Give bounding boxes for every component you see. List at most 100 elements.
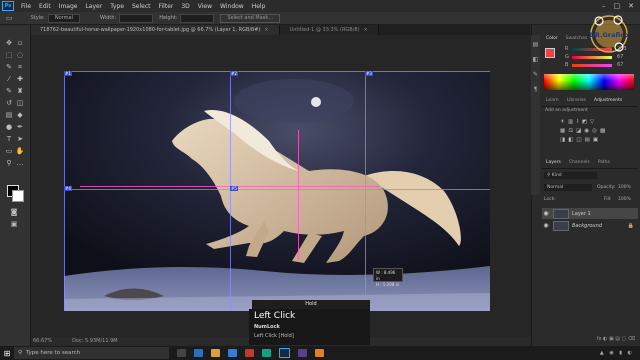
brush-tool-icon[interactable]: ✎ [4, 87, 14, 95]
tab-paths[interactable]: Paths [594, 160, 614, 168]
guide-vertical[interactable] [230, 71, 231, 311]
tab-libraries[interactable]: Libraries [563, 98, 590, 106]
width-field[interactable] [119, 13, 154, 23]
dodge-tool-icon[interactable]: ● [4, 123, 14, 131]
threshold-icon[interactable]: ◫ [576, 137, 584, 143]
menu-image[interactable]: Image [55, 3, 82, 10]
color-foreground-chip[interactable] [545, 48, 555, 58]
system-tray[interactable]: ▲ ◉ ▮ ◐ [600, 350, 634, 356]
move-tool-icon[interactable]: ✥ [4, 39, 14, 47]
app-purple-icon[interactable] [298, 349, 307, 357]
close-button[interactable]: ✕ [628, 2, 634, 10]
history-icon[interactable]: ▤ [531, 41, 540, 48]
lasso-tool-icon[interactable]: ◌ [15, 51, 25, 59]
hue-icon[interactable]: ▦ [560, 128, 568, 134]
b-slider[interactable] [572, 64, 612, 67]
select-and-mask-button[interactable]: Select and Mask... [220, 13, 281, 23]
visibility-eye-icon[interactable]: ◉ [542, 210, 550, 217]
menu-edit[interactable]: Edit [35, 3, 55, 10]
gradient-tool-icon[interactable]: ▤ [4, 111, 14, 119]
guide-vertical[interactable] [365, 71, 366, 311]
layers-footer-icons[interactable]: fx ◐ ▣ ▤ ▢ ⌫ [560, 336, 635, 344]
type-tool-icon[interactable]: T [4, 135, 14, 143]
blend-mode-select[interactable]: Normal [544, 184, 592, 191]
invert-icon[interactable]: ◨ [560, 137, 568, 143]
document-canvas[interactable] [64, 71, 490, 311]
tab-layers[interactable]: Layers [542, 160, 565, 168]
crop-tool-icon[interactable]: ⌗ [15, 63, 25, 71]
menu-layer[interactable]: Layer [81, 3, 106, 10]
screen-mode-icon[interactable]: ▣ [9, 220, 19, 228]
shape-tool-icon[interactable]: ▭ [4, 147, 14, 155]
menu-3d[interactable]: 3D [177, 3, 193, 10]
healing-brush-icon[interactable]: ✚ [15, 75, 25, 83]
height-field[interactable] [180, 13, 215, 23]
minimize-button[interactable]: – [602, 2, 606, 10]
path-select-icon[interactable]: ➤ [15, 135, 25, 143]
menu-type[interactable]: Type [106, 3, 128, 10]
quick-select-icon[interactable]: ✎ [4, 63, 14, 71]
photoshop-taskbar-icon[interactable] [279, 348, 290, 358]
windows-start-icon[interactable]: ⊞ [0, 346, 14, 360]
menu-filter[interactable]: Filter [155, 3, 178, 10]
pen-tool-icon[interactable]: ✒ [15, 123, 25, 131]
guide-horizontal[interactable] [64, 189, 490, 190]
layer-row-background[interactable]: ◉ Background 🔒 [542, 220, 638, 231]
marquee-tool-icon[interactable]: ▭ [6, 14, 13, 22]
style-select[interactable]: Normal [47, 13, 80, 23]
app-orange-icon[interactable] [315, 349, 324, 357]
background-color-swatch[interactable] [12, 190, 24, 202]
opacity-value[interactable]: 100% [618, 185, 631, 190]
hand-tool-icon[interactable]: ✋ [15, 147, 25, 155]
properties-icon[interactable]: ◧ [531, 56, 540, 63]
eraser-tool-icon[interactable]: ◫ [15, 99, 25, 107]
menu-view[interactable]: View [194, 3, 216, 10]
guide-horizontal[interactable] [64, 71, 490, 72]
task-view-icon[interactable] [177, 349, 186, 357]
layer-row-layer-1[interactable]: ◉ Layer 1 [542, 208, 638, 219]
tab-swatches[interactable]: Swatches [562, 36, 592, 44]
close-tab-icon[interactable]: × [264, 27, 268, 33]
levels-icon[interactable]: ▥ [568, 119, 576, 125]
selective-color-icon[interactable]: ▣ [593, 137, 601, 143]
lookup-icon[interactable]: ▩ [600, 128, 608, 134]
paragraph-icon[interactable]: ¶ [531, 86, 540, 93]
zoom-level[interactable]: 66.67% [33, 338, 52, 344]
gradient-map-icon[interactable]: ▤ [585, 137, 593, 143]
g-slider[interactable] [572, 56, 612, 59]
tab-color[interactable]: Color [542, 36, 562, 44]
artboard-tool-icon[interactable]: ▫ [15, 39, 25, 47]
stamp-tool-icon[interactable]: ♜ [15, 87, 25, 95]
taskbar-search-box[interactable]: ⚲ Type here to search [14, 347, 169, 359]
zoom-tool-icon[interactable]: ⚲ [4, 159, 14, 167]
maximize-button[interactable]: □ [614, 2, 621, 10]
app-green-icon[interactable] [262, 349, 271, 357]
tab-learn[interactable]: Learn [542, 98, 563, 106]
app-red-icon[interactable] [245, 349, 254, 357]
tab-channels[interactable]: Channels [565, 160, 594, 168]
file-explorer-icon[interactable] [211, 349, 220, 357]
blur-tool-icon[interactable]: ◆ [15, 111, 25, 119]
mixer-icon[interactable]: ◎ [592, 128, 600, 134]
more-tools-icon[interactable]: … [15, 159, 25, 167]
quick-mask-icon[interactable]: ◙ [9, 208, 19, 216]
tab-untitled-1[interactable]: Untitled-1 @ 33.3% (RGB/8) × [279, 25, 379, 35]
vibrance-icon[interactable]: ▽ [590, 119, 597, 125]
marquee-tool-icon[interactable]: ⬚ [4, 51, 14, 59]
menu-window[interactable]: Window [216, 3, 248, 10]
tab-adjustments[interactable]: Adjustments [590, 98, 626, 106]
edge-icon[interactable] [194, 349, 203, 357]
color-spectrum[interactable] [544, 74, 634, 90]
store-icon[interactable] [228, 349, 237, 357]
tab-horse-document[interactable]: 718762-beautiful-horse-wallpaper-1920x10… [30, 25, 280, 35]
menu-select[interactable]: Select [128, 3, 155, 10]
layer-filter-select[interactable]: ⚲ Kind [544, 172, 597, 179]
close-tab-icon[interactable]: × [364, 27, 368, 33]
history-brush-icon[interactable]: ↺ [4, 99, 14, 107]
brightness-icon[interactable]: ☀ [560, 119, 568, 125]
menu-file[interactable]: File [17, 3, 35, 10]
b-value[interactable]: 67 [617, 62, 623, 68]
fill-value[interactable]: 100% [618, 197, 631, 202]
guide-vertical[interactable] [64, 71, 65, 311]
eyedropper-icon[interactable]: ⁄ [4, 75, 14, 83]
